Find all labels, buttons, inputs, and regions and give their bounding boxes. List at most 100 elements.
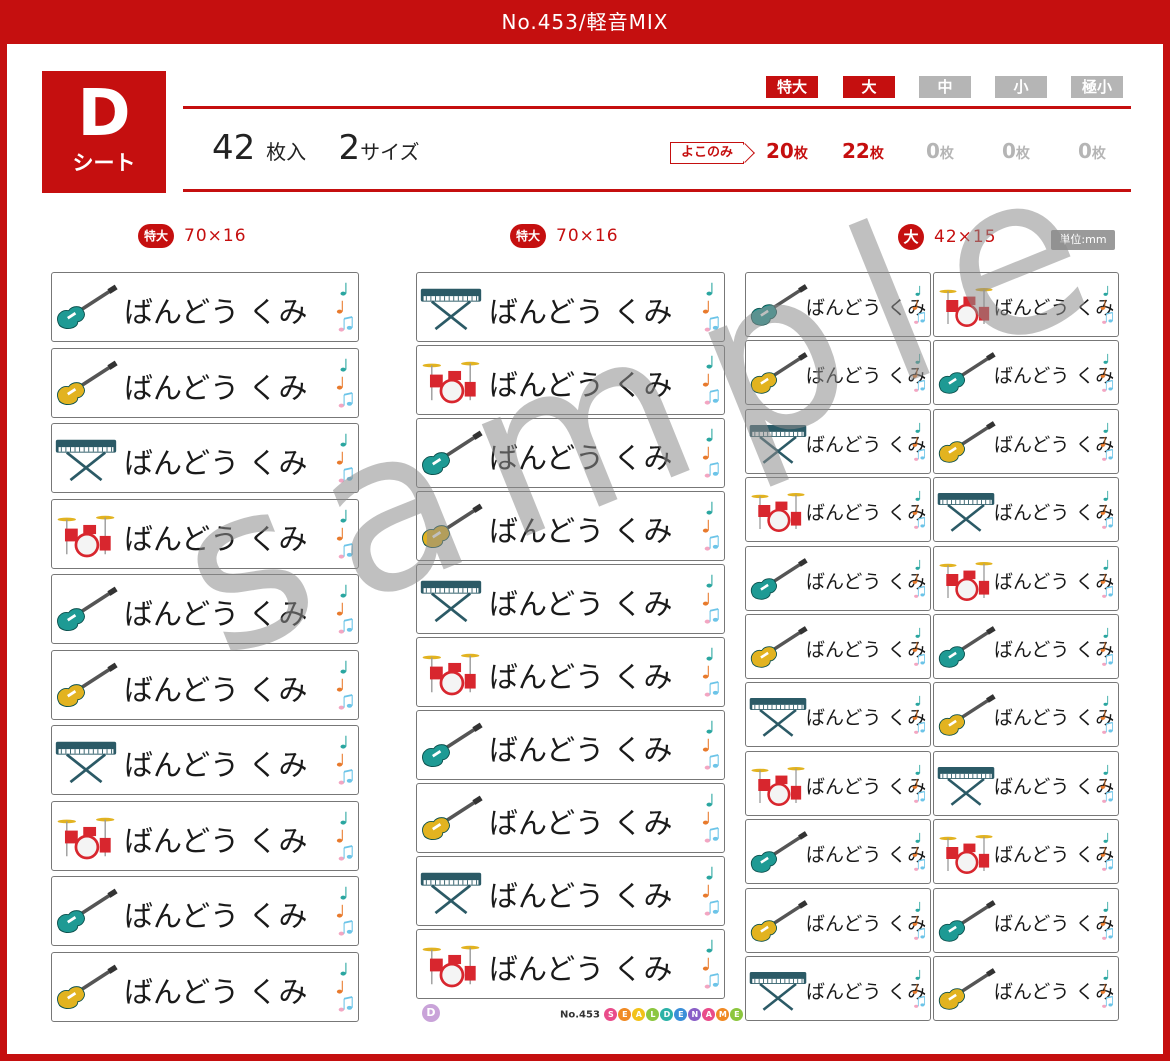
guitar-teal-icon [748,284,808,332]
name-label: ばんどう くみ [416,345,725,415]
qty-sho: 0枚 [1002,139,1030,163]
label-name-text: ばんどう くみ [806,639,927,661]
music-notes-icon [702,933,720,998]
music-notes-icon [912,755,926,815]
yoko-only-tag: よこのみ [670,142,745,164]
label-name-text: ばんどう くみ [806,775,927,798]
keyboard-icon [748,421,808,469]
name-label: ばんどう くみ [416,418,725,488]
sheet-count: 42 枚入 2サイズ [212,128,420,168]
label-name-text: ばんどう くみ [124,899,308,933]
drums-icon [54,812,118,866]
name-label: ばんどう くみ [51,876,359,946]
divider-top [183,106,1131,109]
drums-icon [419,356,483,410]
music-notes-icon [1100,686,1114,746]
name-label: ばんどう くみ [416,564,725,634]
keyboard-icon [54,736,118,790]
music-notes-icon [1100,276,1114,336]
guitar-teal-icon [936,899,996,948]
qty-tokudai: 20枚 [766,139,808,163]
name-label: ばんどう くみ [745,750,931,816]
music-notes-icon [336,352,354,417]
label-name-text: ばんどう くみ [124,370,308,405]
guitar-yellow-icon [54,359,118,413]
unit-label: 単位:mm [1051,230,1115,250]
size-badge: 特大 [510,224,547,248]
drums-icon [419,940,483,994]
qty-gokusho: 0枚 [1078,139,1106,163]
name-label: ばんどう くみ [745,819,931,885]
name-label: ばんどう くみ [933,340,1119,406]
column-1-header: 特大 70×16 [138,224,247,250]
label-name-text: ばんどう くみ [994,365,1115,388]
guitar-yellow-icon [419,794,483,848]
label-name-text: ばんどう くみ [806,570,927,593]
size-tag-sho: 小 [995,76,1047,98]
label-name-text: ばんどう くみ [994,912,1115,935]
guitar-teal-icon [936,626,996,674]
name-label: ばんどう くみ [933,272,1119,337]
music-notes-icon [912,960,926,1020]
label-name-text: ばんどう くみ [489,952,673,986]
music-notes-icon [1100,550,1114,610]
brand-letter: M [716,1008,730,1021]
brand-letter: A [632,1008,646,1021]
dimension: 70×16 [556,226,619,246]
drums-icon [936,831,996,879]
label-name-text: ばんどう くみ [489,879,673,913]
brand-letter: D [660,1008,674,1021]
page-title: No.453/軽音MIX [0,0,1170,44]
name-label: ばんどう くみ [51,800,359,871]
brand-letter: E [730,1008,744,1021]
name-label: ばんどう くみ [51,347,359,418]
footer-sheet-letter: D [422,1004,440,1022]
music-notes-icon [1100,960,1114,1020]
size-tag-gokusho: 極小 [1071,76,1123,98]
music-notes-icon [1100,618,1114,678]
label-name-text: ばんどう くみ [124,597,308,631]
keyboard-icon [936,489,996,537]
name-label: ばんどう くみ [933,750,1119,816]
sizes-unit: サイズ [360,140,420,164]
size-tag-chu: 中 [919,76,971,98]
music-notes-icon [912,618,926,678]
label-name-text: ばんどう くみ [489,368,673,402]
name-label: ばんどう くみ [933,956,1119,1021]
keyboard-icon [748,968,808,1016]
guitar-yellow-icon [748,626,808,674]
name-label: ばんどう くみ [745,614,931,679]
sheet-letter: D [77,77,131,151]
music-notes-icon [1100,481,1114,541]
music-notes-icon [336,729,354,794]
name-label: ばんどう くみ [51,272,359,342]
music-notes-icon [702,276,720,341]
name-label: ばんどう くみ [745,408,931,474]
label-name-text: ばんどう くみ [806,502,927,525]
keyboard-icon [419,283,483,337]
label-name-text: ばんどう くみ [806,365,927,388]
label-name-text: ばんどう くみ [124,446,308,480]
column-3-header: 大 42×15 [898,224,997,250]
name-label: ばんどう くみ [745,545,931,611]
label-name-text: ばんどう くみ [994,844,1115,867]
size-tag-tokudai: 特大 [766,76,818,98]
size-badge: 大 [898,224,924,250]
music-notes-icon [702,641,720,706]
sheets-unit: 枚入 [266,140,307,164]
music-notes-icon [1100,823,1114,883]
label-name-text: ばんどう くみ [489,295,673,329]
music-notes-icon [1100,755,1114,815]
music-notes-icon [912,344,926,404]
label-name-text: ばんどう くみ [806,707,927,730]
size-badge: 特大 [138,224,175,248]
sheet-label: シート [72,151,136,175]
guitar-yellow-icon [419,502,483,556]
music-notes-icon [336,654,354,719]
name-label: ばんどう くみ [416,783,725,853]
music-notes-icon [1100,892,1114,952]
label-name-text: ばんどう くみ [806,433,927,456]
name-label: ばんどう くみ [933,682,1119,748]
drums-icon [936,284,996,332]
name-label: ばんどう くみ [745,887,931,953]
